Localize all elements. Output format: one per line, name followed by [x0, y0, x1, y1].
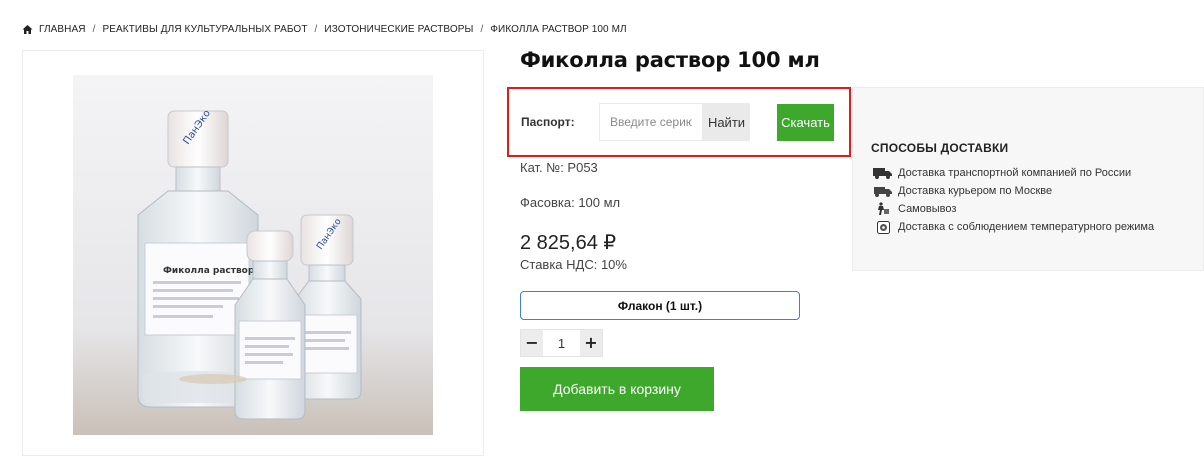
courier-truck-icon — [873, 184, 893, 198]
quantity-stepper: − + — [520, 329, 603, 357]
add-to-cart-button[interactable]: Добавить в корзину — [520, 367, 714, 411]
delivery-item: Самовывоз — [873, 200, 1154, 218]
decrement-button[interactable]: − — [521, 330, 543, 356]
product-photo-frame: ПанЭко Фиколла раствор ПанЭко — [22, 50, 484, 456]
download-button[interactable]: Скачать — [777, 104, 834, 141]
home-icon[interactable] — [22, 24, 33, 35]
product-photo[interactable]: ПанЭко Фиколла раствор ПанЭко — [73, 75, 433, 435]
delivery-item-label: Доставка транспортной компанией по Росси… — [898, 167, 1132, 179]
breadcrumb-separator: / — [314, 24, 318, 35]
temperature-icon — [873, 220, 893, 234]
find-button[interactable]: Найти — [703, 103, 750, 141]
breadcrumb-reagents[interactable]: РЕАКТИВЫ ДЛЯ КУЛЬТУРАЛЬНЫХ РАБОТ — [102, 24, 307, 35]
delivery-panel: СПОСОБЫ ДОСТАВКИ Доставка транспортной к… — [852, 87, 1204, 271]
breadcrumb-current: ФИКОЛЛА РАСТВОР 100 МЛ — [490, 24, 627, 35]
svg-text:Фиколла раствор: Фиколла раствор — [163, 266, 255, 276]
delivery-item: Доставка с соблюдением температурного ре… — [873, 218, 1154, 236]
breadcrumb: ГЛАВНАЯ / РЕАКТИВЫ ДЛЯ КУЛЬТУРАЛЬНЫХ РАБ… — [22, 24, 627, 35]
increment-button[interactable]: + — [580, 330, 602, 356]
pickup-icon — [873, 202, 893, 216]
breadcrumb-separator: / — [480, 24, 484, 35]
vat-rate: Ставка НДС: 10% — [520, 257, 627, 272]
catalog-number: Кат. №: Р053 — [520, 160, 598, 175]
passport-label: Паспорт: — [521, 115, 575, 129]
breadcrumb-home[interactable]: ГЛАВНАЯ — [39, 24, 86, 35]
delivery-title: СПОСОБЫ ДОСТАВКИ — [871, 141, 1009, 155]
delivery-item: Доставка транспортной компанией по Росси… — [873, 164, 1154, 182]
price: 2 825,64 ₽ — [520, 232, 617, 254]
delivery-item-label: Доставка курьером по Москве — [898, 185, 1053, 197]
delivery-item-label: Доставка с соблюдением температурного ре… — [898, 221, 1155, 233]
variant-option[interactable]: Флакон (1 шт.) — [520, 291, 800, 320]
product-title: Фиколла раствор 100 мл — [520, 48, 820, 72]
packing: Фасовка: 100 мл — [520, 195, 621, 210]
delivery-list: Доставка транспортной компанией по Росси… — [873, 164, 1154, 236]
delivery-item: Доставка курьером по Москве — [873, 182, 1154, 200]
delivery-item-label: Самовывоз — [898, 203, 957, 215]
passport-box: Паспорт: Найти Скачать — [507, 87, 851, 157]
quantity-input[interactable] — [543, 330, 580, 356]
breadcrumb-separator: / — [92, 24, 96, 35]
truck-icon — [873, 166, 893, 180]
breadcrumb-isotonic[interactable]: ИЗОТОНИЧЕСКИЕ РАСТВОРЫ — [324, 24, 473, 35]
series-input[interactable] — [599, 103, 703, 141]
